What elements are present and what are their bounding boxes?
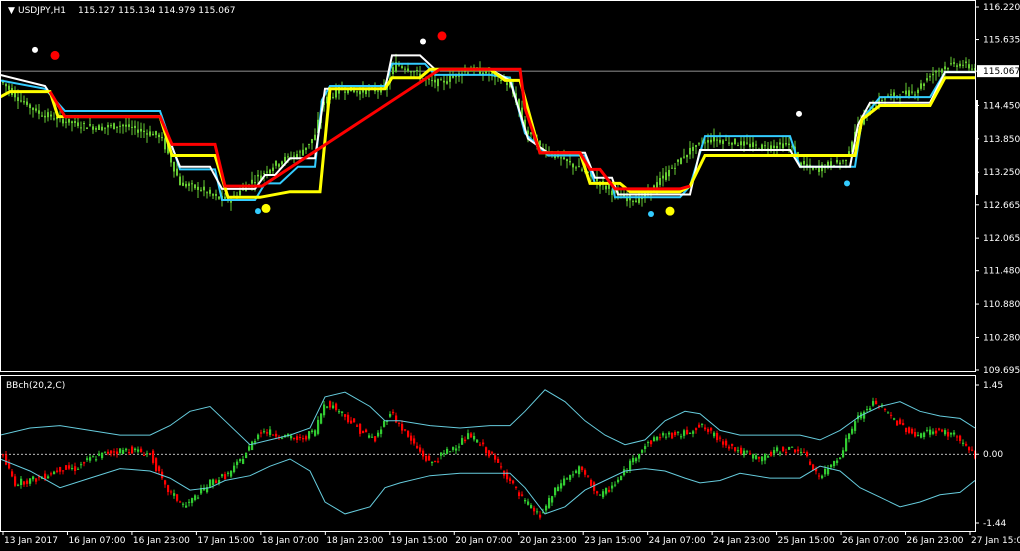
red-signal-dot	[437, 31, 447, 41]
osc-y-tick-label: -1.44	[983, 519, 1007, 529]
oscillator-bar	[131, 445, 134, 455]
y-tick-label: 109.695	[983, 366, 1020, 376]
x-tick-label: 17 Jan 15:00	[197, 536, 254, 546]
y-tick-label: 112.665	[983, 201, 1020, 211]
indicator-label: BBch(20,2,C)	[6, 381, 65, 391]
y-tick-label: 110.880	[983, 300, 1020, 310]
chart-canvas: 116.220 115.635 115.067 114.450 113.850 113.2…	[0, 0, 1020, 551]
symbol-timeframe-label: USDJPY,H1	[18, 6, 66, 16]
x-tick-label: 24 Jan 23:00	[713, 536, 770, 546]
x-tick-label: 24 Jan 07:00	[649, 536, 706, 546]
x-tick-label: 25 Jan 15:00	[778, 536, 835, 546]
ohlc-values: 115.127 115.134 114.979 115.067	[78, 6, 235, 16]
cyan-signal-dot	[255, 208, 261, 215]
y-tick-label: 115.635	[983, 36, 1020, 46]
oscillator-bar	[320, 413, 323, 425]
x-tick-label: 23 Jan 15:00	[584, 536, 641, 546]
y-tick-label: 114.450	[983, 101, 1020, 111]
oscillator-bar	[209, 479, 212, 488]
oscillator-bar	[896, 420, 899, 426]
y-tick-label: 111.480	[983, 267, 1020, 277]
yellow-signal-dot	[261, 203, 271, 213]
dropdown-arrow-icon[interactable]: ▼	[8, 6, 15, 16]
axis-scroll-indicator[interactable]	[976, 100, 978, 195]
red-signal-dot	[50, 50, 60, 60]
x-tick-label: 13 Jan 2017	[4, 536, 58, 546]
x-tick-label: 16 Jan 23:00	[133, 536, 190, 546]
y-tick-label: 112.065	[983, 234, 1020, 244]
x-tick-label: 18 Jan 23:00	[326, 536, 383, 546]
x-tick-label: 19 Jan 15:00	[391, 536, 448, 546]
price-candle	[113, 122, 115, 130]
osc-y-tick-label: 1.45	[983, 381, 1003, 391]
oscillator-bar	[251, 440, 254, 451]
x-tick-label: 18 Jan 07:00	[262, 536, 319, 546]
x-tick-label: 16 Jan 07:00	[68, 536, 125, 546]
oscillator-bar	[245, 452, 248, 459]
oscillator-bar	[788, 446, 791, 450]
white-signal-dot	[32, 46, 38, 53]
y-tick-label: 113.850	[983, 135, 1020, 145]
x-tick-label: 26 Jan 07:00	[842, 536, 899, 546]
oscillator-bar	[155, 457, 158, 473]
price-candle	[680, 157, 682, 165]
oscillator-bar	[920, 432, 923, 439]
y-tick-label: 113.250	[983, 168, 1020, 178]
y-tick-label: 116.220	[983, 3, 1020, 13]
oscillator-bar	[65, 465, 68, 471]
x-tick-label: 27 Jan 15:00	[971, 536, 1020, 546]
x-tick-label: 20 Jan 23:00	[520, 536, 577, 546]
x-tick-label: 26 Jan 23:00	[907, 536, 964, 546]
oscillator-bar	[152, 449, 155, 465]
y-tick-label: 110.280	[983, 333, 1020, 343]
cyan-signal-dot	[648, 210, 654, 217]
white-signal-dot	[420, 38, 426, 45]
cyan-signal-dot	[844, 180, 850, 187]
yellow-signal-dot	[665, 206, 675, 216]
current-price-label: 115.067	[983, 67, 1020, 77]
x-tick-label: 20 Jan 07:00	[455, 536, 512, 546]
osc-y-tick-label: 0.00	[983, 450, 1003, 460]
oscillator-bar	[407, 430, 410, 438]
oscillator-bar	[620, 475, 623, 481]
white-signal-dot	[796, 110, 802, 117]
